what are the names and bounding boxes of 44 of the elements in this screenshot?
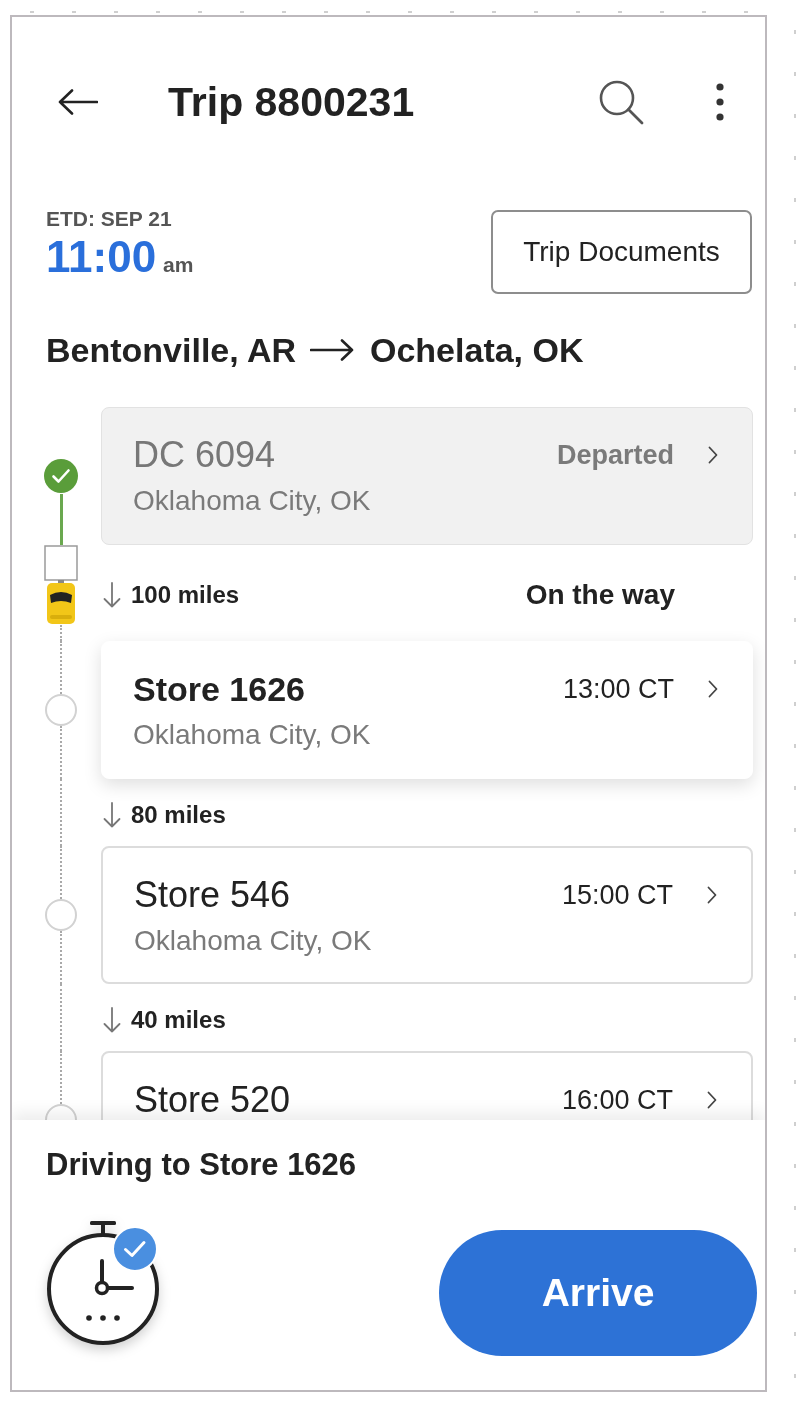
stop-eta: 16:00 CT <box>561 1084 673 1116</box>
circle-marker-icon <box>45 694 77 726</box>
stop-name: Store 520 <box>134 1080 291 1120</box>
trip-documents-button[interactable]: Trip Documents <box>491 210 752 294</box>
chevron-right-icon <box>708 680 718 698</box>
chevron-right-icon <box>707 886 717 904</box>
leg-status: On the way <box>525 579 675 611</box>
stop-name: Store 1626 <box>133 669 305 709</box>
stop-name: DC 6094 <box>133 435 276 475</box>
down-arrow-icon <box>103 1006 121 1033</box>
stop-location: Oklahoma City, OK <box>133 719 372 751</box>
search-button[interactable] <box>598 79 644 125</box>
stop-card[interactable]: Store 520 16:00 CT <box>101 1051 753 1120</box>
more-icon <box>716 83 724 121</box>
stop-card[interactable]: Store 1626 13:00 CT Oklahoma City, OK <box>101 641 753 779</box>
stop-eta: 13:00 CT <box>562 673 674 705</box>
stop-card[interactable]: DC 6094 Departed Oklahoma City, OK <box>101 407 753 545</box>
departure-time: 11:00 <box>46 233 157 281</box>
stop-card[interactable]: Store 546 15:00 CT Oklahoma City, OK <box>101 846 753 984</box>
etd-label: ETD: SEP 21 <box>46 207 173 231</box>
down-arrow-icon <box>103 582 121 608</box>
status-message: Driving to Store 1626 <box>46 1147 358 1183</box>
route-origin: Bentonville, AR <box>46 330 296 370</box>
chevron-right-icon <box>708 446 718 464</box>
stop-eta: 15:00 CT <box>561 879 673 911</box>
stopwatch-button[interactable] <box>46 1221 162 1347</box>
check-marker-icon <box>43 458 79 494</box>
arrive-button[interactable]: Arrive <box>439 1230 757 1356</box>
chevron-right-icon <box>707 1091 717 1109</box>
time-meridiem: am <box>163 253 194 277</box>
stop-name: Store 546 <box>134 875 291 915</box>
route-destination: Ochelata, OK <box>370 330 584 370</box>
circle-marker-icon <box>45 899 77 931</box>
page-title: Trip 8800231 <box>168 78 416 126</box>
stop-status: Departed <box>556 439 674 471</box>
leg-distance: 40 miles <box>131 1005 226 1034</box>
leg-distance: 80 miles <box>131 800 226 829</box>
right-arrow-icon <box>310 339 354 361</box>
stop-location: Oklahoma City, OK <box>133 485 372 517</box>
search-icon <box>598 79 644 125</box>
leg-distance: 100 miles <box>131 581 240 609</box>
down-arrow-icon <box>103 801 121 828</box>
back-arrow-icon <box>58 89 98 115</box>
stop-location: Oklahoma City, OK <box>134 925 373 957</box>
